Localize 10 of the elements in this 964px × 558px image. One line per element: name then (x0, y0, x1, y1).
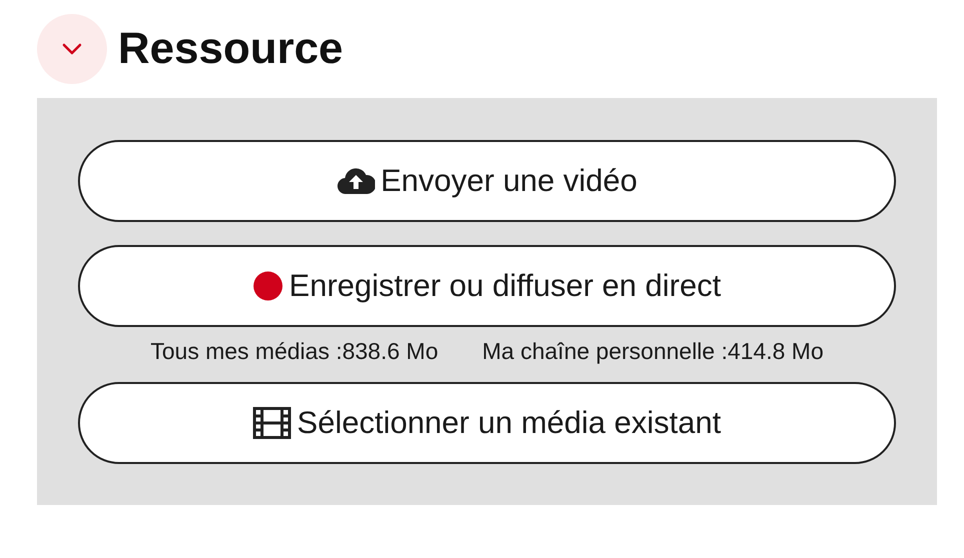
action-button[interactable]: Enregistrer ou diffuser en direct (78, 245, 896, 327)
chevron-icon (62, 43, 82, 55)
film-icon (253, 407, 292, 439)
record-icon (253, 271, 284, 301)
storage-usage: Ma chaîne personnelle :414.8 Mo (482, 338, 824, 365)
action-button[interactable]: Sélectionner un média existant (78, 382, 896, 464)
cloud-upload-icon (336, 167, 375, 195)
section-title: Ressource (118, 24, 344, 74)
action-button[interactable]: Envoyer une vidéo (78, 140, 896, 222)
storage-usage: Tous mes médias :838.6 Mo (150, 338, 438, 365)
